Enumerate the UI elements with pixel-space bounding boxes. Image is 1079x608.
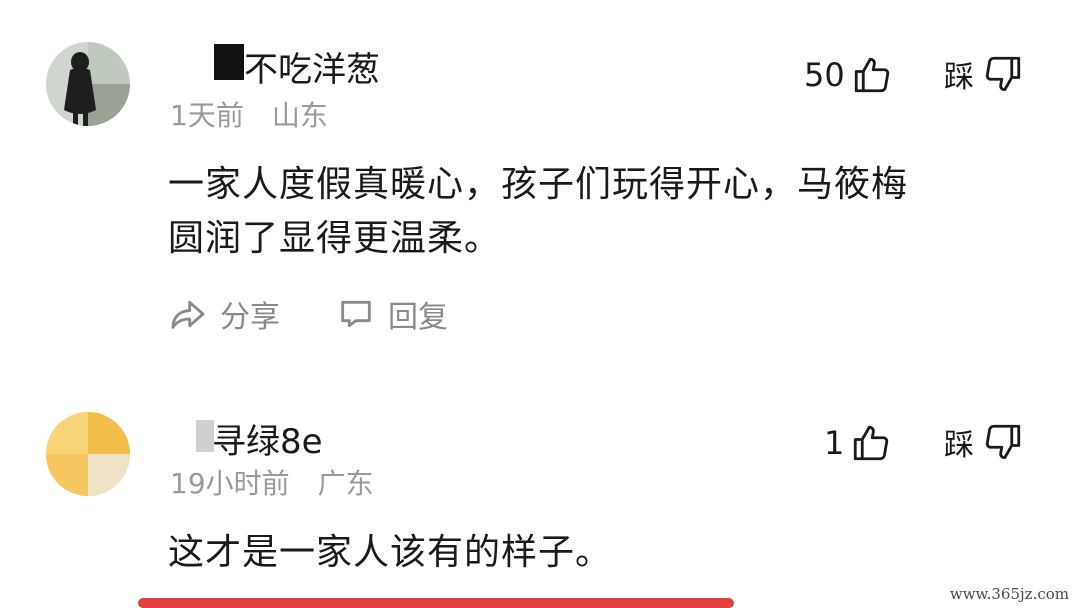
like-button[interactable]: 50	[804, 54, 893, 96]
comment-actions: 分享 回复	[168, 292, 448, 336]
comment-location: 广东	[317, 467, 374, 500]
username[interactable]: 寻绿8e	[212, 414, 323, 463]
comment-time: 19小时前	[170, 467, 290, 500]
comment-text-line: 这才是一家人该有的样子。	[168, 532, 613, 573]
reply-button[interactable]: 回复	[336, 292, 448, 336]
share-button[interactable]: 分享	[168, 292, 280, 336]
watermark: www.365jz.com	[949, 585, 1069, 603]
like-count: 1	[824, 424, 845, 462]
share-icon	[168, 294, 208, 334]
comment-meta: 1天前 山东	[170, 94, 328, 134]
comment-time: 1天前	[170, 99, 244, 132]
comment-bubble-icon	[336, 294, 376, 334]
thumbs-up-icon	[851, 54, 893, 96]
thumbs-down-icon	[982, 421, 1024, 463]
dislike-button[interactable]: 踩	[944, 52, 1024, 96]
like-button[interactable]: 1	[824, 422, 892, 464]
thumbs-up-icon	[850, 422, 892, 464]
comment-meta: 19小时前 广东	[170, 462, 374, 502]
comment-location: 山东	[271, 99, 328, 132]
like-count: 50	[804, 56, 845, 94]
share-label: 分享	[220, 300, 280, 335]
dislike-button[interactable]: 踩	[944, 420, 1024, 464]
comment-text: 一家人度假真暖心，孩子们玩得开心，马筱梅 圆润了显得更温柔。	[168, 158, 1028, 266]
username[interactable]: 不吃洋葱	[244, 42, 380, 91]
reply-label: 回复	[388, 300, 448, 335]
avatar[interactable]	[46, 42, 130, 126]
thumbs-down-icon	[982, 53, 1024, 95]
comment-text-line: 圆润了显得更温柔。	[168, 218, 502, 259]
comment-text: 这才是一家人该有的样子。	[168, 526, 1028, 580]
dislike-label: 踩	[944, 60, 974, 95]
username-mask	[214, 44, 244, 80]
dislike-label: 踩	[944, 428, 974, 463]
avatar[interactable]	[46, 412, 130, 496]
comment-text-line: 一家人度假真暖心，孩子们玩得开心，马筱梅	[168, 164, 909, 205]
